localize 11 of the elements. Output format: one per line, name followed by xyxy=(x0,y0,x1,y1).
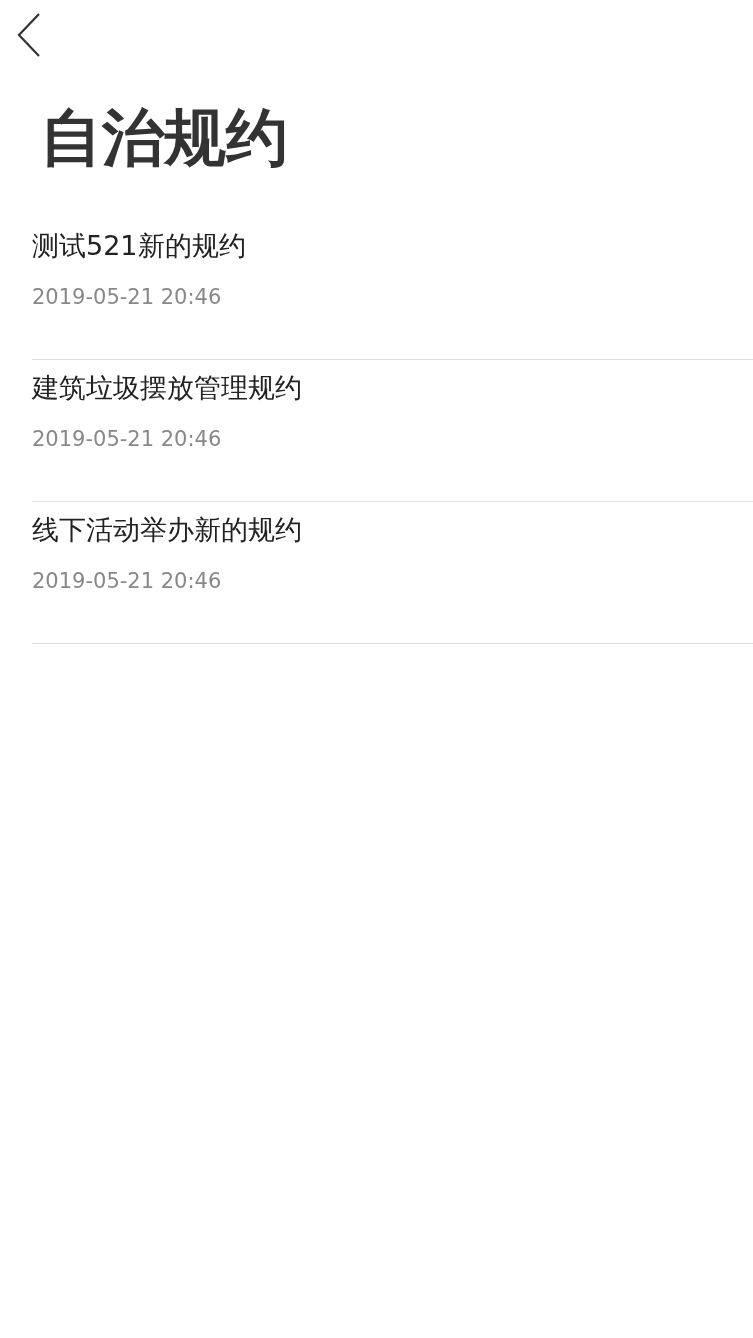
list-item[interactable]: 建筑垃圾摆放管理规约 2019-05-21 20:46 xyxy=(32,360,753,502)
back-icon[interactable] xyxy=(17,12,41,58)
item-title: 测试521新的规约 xyxy=(32,229,247,263)
page-title: 自治规约 xyxy=(40,100,289,176)
item-date: 2019-05-21 20:46 xyxy=(32,568,223,595)
item-date: 2019-05-21 20:46 xyxy=(32,284,223,311)
list-item[interactable]: 线下活动举办新的规约 2019-05-21 20:46 xyxy=(32,502,753,644)
list-item[interactable]: 测试521新的规约 2019-05-21 20:46 xyxy=(32,218,753,360)
item-title: 建筑垃圾摆放管理规约 xyxy=(32,371,303,405)
item-title: 线下活动举办新的规约 xyxy=(32,513,303,547)
item-date: 2019-05-21 20:46 xyxy=(32,426,223,453)
